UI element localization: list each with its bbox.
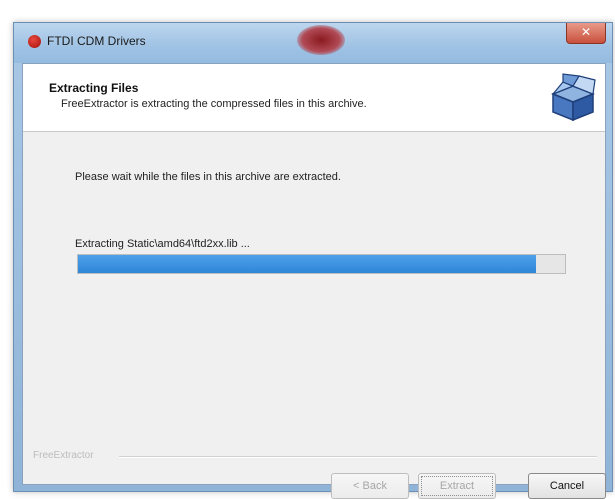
footer-brand: FreeExtractor	[33, 450, 94, 461]
installer-window: FTDI CDM Drivers ✕ Extracting Files Free…	[13, 22, 613, 499]
header-subtitle: FreeExtractor is extracting the compress…	[61, 98, 367, 110]
progress-bar	[77, 254, 566, 274]
app-icon	[28, 35, 41, 48]
close-icon: ✕	[580, 25, 592, 39]
extract-button[interactable]: Extract	[418, 473, 496, 499]
status-message: Please wait while the files in this arch…	[75, 171, 341, 183]
close-button[interactable]: ✕	[566, 23, 606, 44]
wizard-client-area: Extracting Files FreeExtractor is extrac…	[22, 63, 606, 499]
back-button[interactable]: < Back	[331, 473, 409, 499]
package-icon	[550, 73, 596, 122]
wizard-header: Extracting Files FreeExtractor is extrac…	[23, 64, 605, 132]
title-bar-decoration	[297, 25, 345, 55]
progress-label: Extracting Static\amd64\ftd2xx.lib ...	[75, 238, 250, 250]
window-title: FTDI CDM Drivers	[47, 34, 146, 48]
footer-divider	[119, 456, 597, 458]
cancel-button[interactable]: Cancel	[528, 473, 606, 499]
header-title: Extracting Files	[49, 81, 139, 95]
title-bar[interactable]: FTDI CDM Drivers ✕	[14, 23, 612, 63]
progress-bar-fill	[78, 255, 536, 273]
